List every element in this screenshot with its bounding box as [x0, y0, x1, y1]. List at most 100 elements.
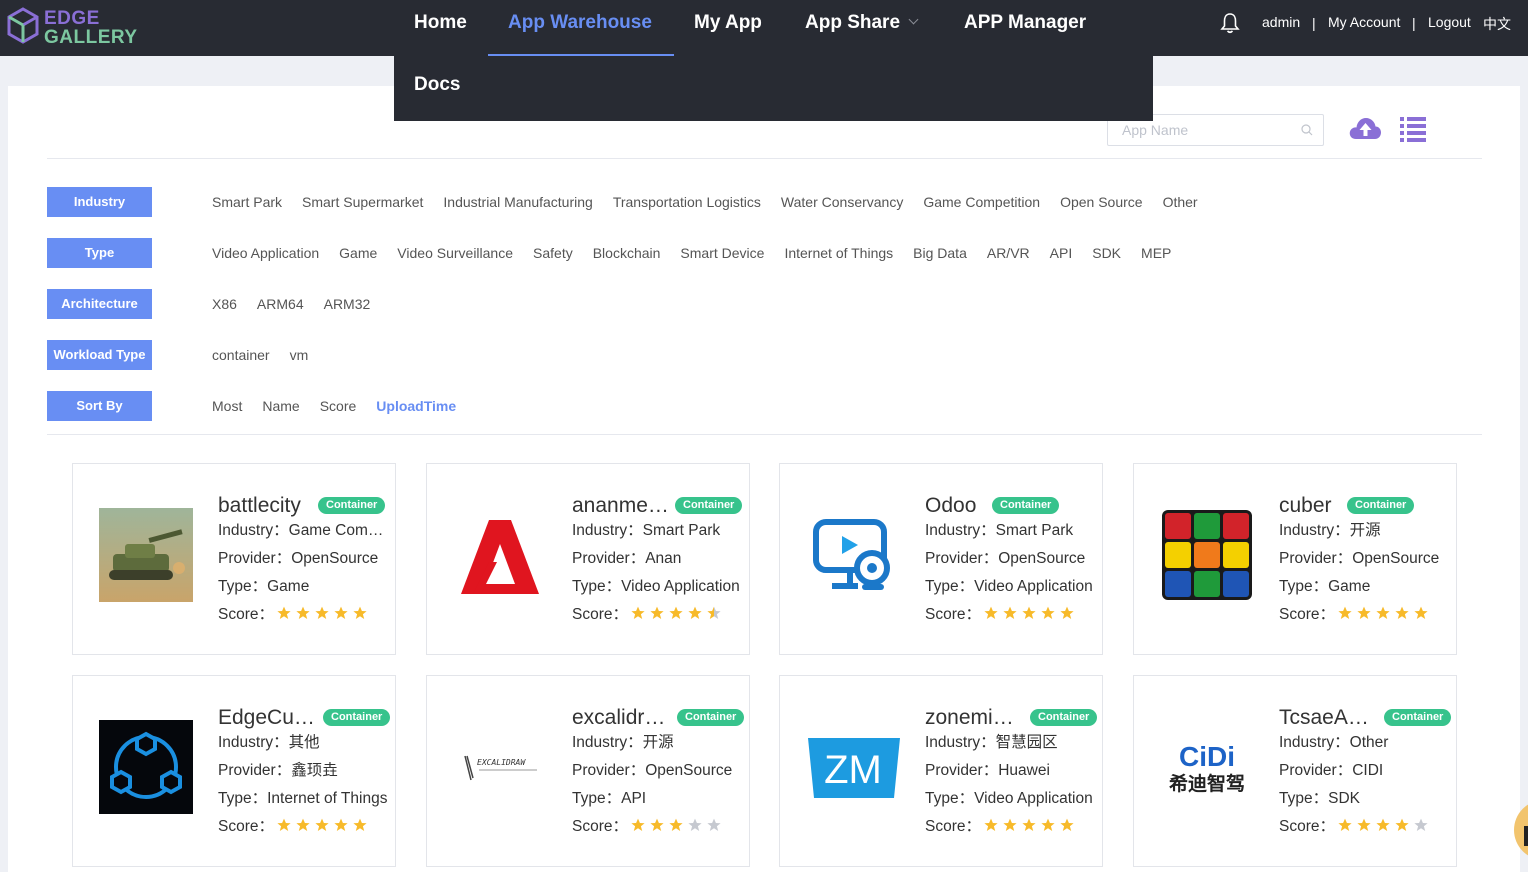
filter-option[interactable]: UploadTime [376, 398, 456, 414]
app-score-label: Score： [572, 606, 628, 623]
nav-app-share[interactable]: App Share [805, 0, 919, 56]
architecture-options: X86 ARM64 ARM32 [212, 296, 390, 316]
star-icon [334, 818, 348, 831]
zm-logo-icon: ZM [806, 720, 900, 814]
filter-option[interactable]: MEP [1141, 245, 1171, 261]
workload-badge: Container [323, 709, 391, 726]
filter-option[interactable]: Smart Park [212, 194, 282, 210]
app-type: Type：Internet of Things [218, 790, 388, 807]
filter-option[interactable]: Open Source [1060, 194, 1143, 210]
star-icon [631, 818, 645, 831]
app-name: EdgeCu… [218, 706, 315, 729]
app-card[interactable]: ZM zonemi… Container Industry：智慧园区 Provi… [779, 675, 1103, 867]
score-stars [1338, 606, 1433, 622]
nav-app-warehouse[interactable]: App Warehouse [508, 0, 652, 56]
filter-option[interactable]: Internet of Things [784, 245, 893, 261]
nav-docs[interactable]: Docs [414, 74, 460, 96]
filter-option[interactable]: Video Application [212, 245, 319, 261]
list-view-icon[interactable] [1398, 114, 1428, 144]
zm-wordmark: ZM [824, 748, 882, 792]
filter-option[interactable]: container [212, 347, 270, 363]
star-icon [334, 606, 348, 619]
sort-options: Most Name Score UploadTime [212, 398, 476, 418]
app-card[interactable]: cuber Container Industry：开源 Provider：Ope… [1133, 463, 1457, 655]
filter-option[interactable]: Smart Device [680, 245, 764, 261]
user-name-link[interactable]: admin [1262, 14, 1300, 34]
star-icon [669, 818, 683, 831]
my-account-link[interactable]: My Account [1328, 14, 1400, 34]
filter-option[interactable]: X86 [212, 296, 237, 312]
app-provider: Provider：OpenSource [218, 550, 379, 567]
nav-home[interactable]: Home [414, 0, 467, 56]
filter-option[interactable]: Smart Supermarket [302, 194, 423, 210]
score-stars [277, 818, 372, 834]
score-stars [984, 818, 1079, 834]
logout-link[interactable]: Logout [1428, 14, 1471, 34]
star-icon [315, 818, 329, 831]
app-type: Type：Game [218, 578, 310, 595]
filter-option[interactable]: AR/VR [987, 245, 1030, 261]
filter-option[interactable]: Name [262, 398, 299, 414]
app-industry: Industry：Game Com… [218, 522, 384, 539]
star-icon [1003, 606, 1017, 619]
language-toggle[interactable]: 中文 [1483, 14, 1511, 34]
rubik-cube-icon [1160, 508, 1254, 602]
star-icon [1395, 606, 1409, 619]
cloud-upload-icon[interactable] [1348, 113, 1382, 143]
app-name: excalidr… [572, 706, 666, 729]
star-icon [707, 818, 721, 831]
filter-option[interactable]: Game [339, 245, 377, 261]
filter-option[interactable]: Big Data [913, 245, 967, 261]
app-card[interactable]: battlecity Container Industry：Game Com… … [72, 463, 396, 655]
filter-option[interactable]: ARM32 [324, 296, 371, 312]
star-icon [1060, 606, 1074, 619]
star-icon [1338, 606, 1352, 619]
app-card[interactable]: EdgeCu… Container Industry：其他 Provider：鑫… [72, 675, 396, 867]
filter-option[interactable]: API [1050, 245, 1073, 261]
bell-icon[interactable] [1220, 12, 1240, 34]
tank-game-icon [99, 508, 193, 602]
nav-app-manager[interactable]: APP Manager [964, 0, 1086, 56]
star-icon [296, 606, 310, 619]
app-industry: Industry：Smart Park [925, 522, 1074, 539]
filter-option[interactable]: Most [212, 398, 242, 414]
star-icon [1357, 606, 1371, 619]
app-provider: Provider：OpenSource [1279, 550, 1440, 567]
search-icon[interactable] [1301, 124, 1313, 136]
nav-dropdown-menu: Docs [394, 56, 1153, 121]
star-icon [688, 606, 702, 619]
filter-option[interactable]: Safety [533, 245, 573, 261]
filter-option[interactable]: Video Surveillance [397, 245, 513, 261]
filter-label-sort-by: Sort By [47, 391, 152, 421]
star-icon [984, 818, 998, 831]
separator: | [1412, 15, 1416, 31]
star-icon [315, 606, 329, 619]
filter-option[interactable]: ARM64 [257, 296, 304, 312]
app-score-label: Score： [925, 818, 981, 835]
filter-option[interactable]: Blockchain [593, 245, 661, 261]
logo-line2: GALLERY [44, 27, 138, 48]
logo-line1: EDGE [44, 8, 100, 29]
app-card[interactable]: CiDi 希迪智驾 TcsaeA… Container Industry：Oth… [1133, 675, 1457, 867]
nav-my-app[interactable]: My App [694, 0, 762, 56]
app-provider: Provider：OpenSource [572, 762, 733, 779]
filter-option[interactable]: Other [1163, 194, 1198, 210]
star-icon [1338, 818, 1352, 831]
filter-option[interactable]: SDK [1092, 245, 1121, 261]
app-card[interactable]: Odoo Container Industry：Smart Park Provi… [779, 463, 1103, 655]
search-input[interactable] [1122, 121, 1292, 139]
star-icon [1022, 818, 1036, 831]
filter-option[interactable]: Industrial Manufacturing [443, 194, 592, 210]
logo-text: EDGE GALLERY [44, 9, 138, 47]
filter-option[interactable]: vm [290, 347, 309, 363]
top-navbar: EDGE GALLERY Home App Warehouse My App A… [0, 0, 1528, 56]
filter-option[interactable]: Transportation Logistics [613, 194, 761, 210]
app-card[interactable]: ananme… Container Industry：Smart Park Pr… [426, 463, 750, 655]
app-card[interactable]: EXCALIDRAW excalidr… Container Industry：… [426, 675, 750, 867]
filter-option[interactable]: Game Competition [923, 194, 1040, 210]
edgegallery-logo[interactable]: EDGE GALLERY [6, 5, 138, 47]
workload-badge: Container [992, 497, 1060, 514]
filter-option[interactable]: Water Conservancy [781, 194, 903, 210]
app-industry: Industry：Smart Park [572, 522, 721, 539]
filter-option[interactable]: Score [320, 398, 357, 414]
